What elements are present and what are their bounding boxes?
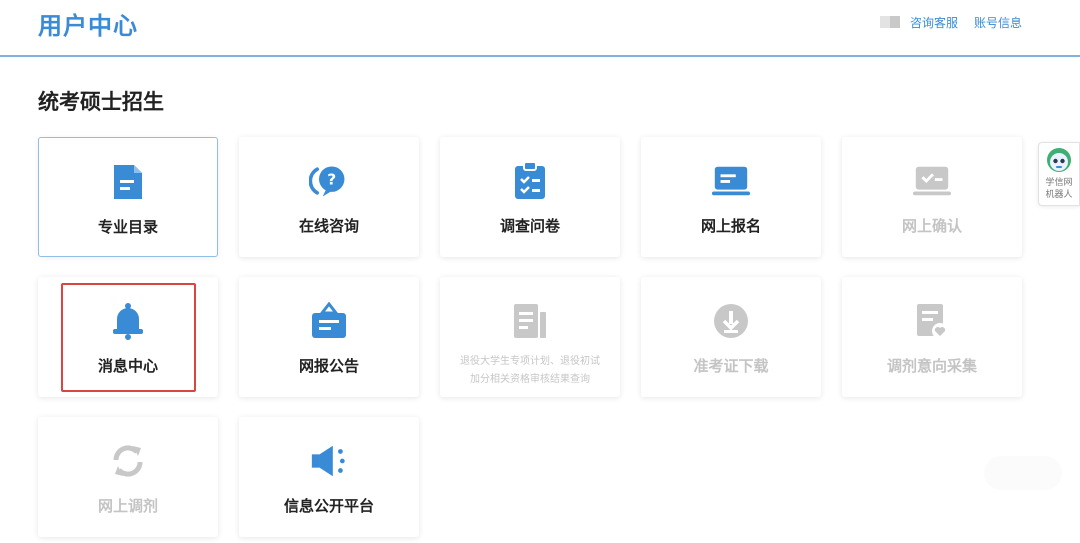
document-list-icon <box>510 301 550 341</box>
card-veteran-plan-query[interactable]: 退役大学生专项计划、退役初试 加分相关资格审核结果查询 <box>440 277 620 397</box>
top-header: 用户中心 咨询客服 账号信息 <box>0 0 1080 57</box>
card-online-register[interactable]: 网上报名 <box>641 137 821 257</box>
refresh-icon <box>108 441 148 481</box>
robot-icon <box>1046 147 1072 177</box>
laptop-check-icon <box>912 161 952 201</box>
briefcase-icon <box>309 301 349 341</box>
card-adjustment-intent[interactable]: 调剂意向采集 <box>842 277 1022 397</box>
card-label: 调查问卷 <box>499 217 560 235</box>
card-label: 在线咨询 <box>298 217 359 235</box>
bell-icon <box>108 301 148 341</box>
card-info-disclosure[interactable]: 信息公开平台 <box>239 417 419 537</box>
card-online-consult[interactable]: ? 在线咨询 <box>239 137 419 257</box>
app-root: 用户中心 咨询客服 账号信息 统考硕士招生 专业目录 ? 在线咨询 调查问卷 网… <box>0 0 1080 543</box>
card-label: 网上确认 <box>901 217 962 235</box>
card-label: 信息公开平台 <box>283 497 374 515</box>
svg-text:?: ? <box>327 171 336 189</box>
watermark <box>984 456 1062 490</box>
card-admission-ticket[interactable]: 准考证下载 <box>641 277 821 397</box>
card-label-line-2: 加分相关资格审核结果查询 <box>470 374 590 385</box>
card-label: 网上调剂 <box>97 497 158 515</box>
card-online-confirm[interactable]: 网上确认 <box>842 137 1022 257</box>
card-announcement[interactable]: 网报公告 <box>239 277 419 397</box>
brand-title: 用户中心 <box>38 12 138 40</box>
card-label: 网报公告 <box>298 357 359 375</box>
card-online-adjust[interactable]: 网上调剂 <box>38 417 218 537</box>
document-heart-icon <box>912 301 952 341</box>
card-label: 准考证下载 <box>693 357 769 375</box>
card-label: 调剂意向采集 <box>886 357 977 375</box>
card-label: 退役大学生专项计划、退役初试 加分相关资格审核结果查询 <box>445 353 615 389</box>
download-icon <box>711 301 751 341</box>
customer-service-link[interactable]: 咨询客服 <box>910 14 958 31</box>
megaphone-icon <box>309 441 349 481</box>
chat-question-icon: ? <box>309 161 349 201</box>
robot-label-line-2: 机器人 <box>1045 190 1073 200</box>
card-label: 专业目录 <box>97 218 158 236</box>
card-survey[interactable]: 调查问卷 <box>440 137 620 257</box>
section-title: 统考硕士招生 <box>38 90 164 114</box>
clipboard-check-icon <box>510 161 550 201</box>
document-icon <box>108 162 148 202</box>
robot-label-line-1: 学信网 <box>1045 178 1073 188</box>
card-label-line-1: 退役大学生专项计划、退役初试 <box>460 356 600 367</box>
card-label: 消息中心 <box>97 357 158 375</box>
laptop-icon <box>711 161 751 201</box>
header-links: 咨询客服 账号信息 <box>879 14 1022 31</box>
user-avatar[interactable] <box>879 16 900 28</box>
card-major-catalog[interactable]: 专业目录 <box>38 137 218 257</box>
account-info-link[interactable]: 账号信息 <box>974 14 1022 31</box>
card-message-center[interactable]: 消息中心 <box>38 277 218 397</box>
chat-robot-widget[interactable]: 学信网 机器人 <box>1038 142 1080 206</box>
card-label: 网上报名 <box>700 217 761 235</box>
